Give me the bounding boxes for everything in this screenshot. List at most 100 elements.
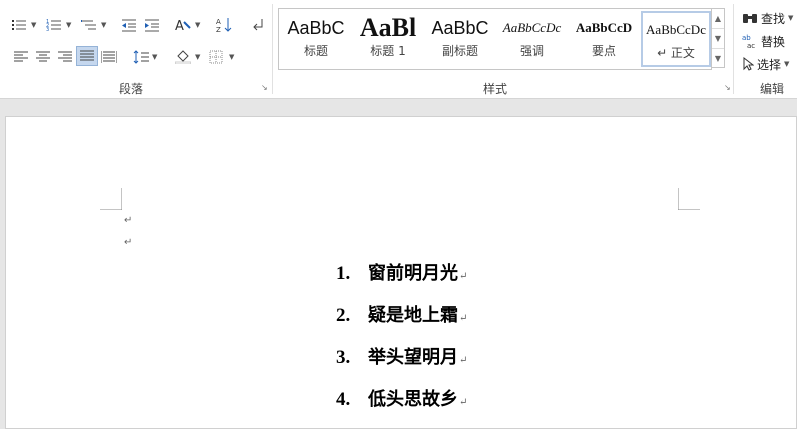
style-sample: AaBbC (431, 18, 489, 38)
paragraph-mark-icon (253, 19, 263, 31)
borders-button[interactable] (205, 47, 227, 67)
paragraph-mark: ↵ (459, 397, 468, 408)
document-page[interactable]: ↵ ↵ 1. 窗前明月光↵ 2. 疑是地上霜↵ 3. 举头望明月↵ 4. 低头思… (5, 116, 797, 429)
align-center-icon (36, 51, 50, 62)
svg-text:A: A (175, 19, 184, 32)
justify-button[interactable] (76, 46, 98, 66)
ribbon: ▼ 123 ▼ ▼ A ▼ AZ ▼ ▼ ▼ 段落 ↘ AaBbC 标题 AaB… (0, 0, 797, 99)
paragraph-mark: ↵ (459, 355, 468, 366)
binoculars-icon (743, 14, 757, 23)
style-name: 标题 (303, 44, 328, 58)
scroll-up-icon[interactable]: ▲ (712, 9, 724, 29)
replace-icon: abac (742, 34, 755, 49)
styles-gallery-scroll[interactable]: ▲ ▼ ▼ (711, 8, 725, 68)
svg-text:A: A (216, 18, 221, 26)
distributed-button[interactable] (98, 47, 120, 67)
list-number: 3. (336, 347, 351, 368)
chevron-down-icon[interactable]: ▼ (229, 53, 234, 61)
style-subtitle[interactable]: AaBbC 副标题 (425, 11, 495, 67)
list-number: 2. (336, 305, 351, 326)
chevron-down-icon: ▼ (784, 60, 790, 68)
increase-indent-button[interactable] (141, 15, 163, 35)
style-emphasis[interactable]: AaBbCcDc 强调 (497, 11, 567, 67)
styles-dialog-launcher-icon[interactable]: ↘ (724, 84, 732, 92)
style-name: 标题 1 (370, 44, 406, 58)
sort-icon: AZ (216, 18, 232, 33)
line-spacing-icon (133, 50, 149, 64)
bullets-button[interactable] (8, 15, 30, 35)
chevron-down-icon[interactable]: ▼ (101, 21, 106, 29)
svg-text:ab: ab (742, 34, 751, 42)
align-center-button[interactable] (32, 47, 54, 67)
find-label: 查找 (761, 11, 786, 26)
margin-corner-mark (100, 188, 122, 210)
style-sample: AaBbCcD (575, 20, 633, 35)
sort-button[interactable]: AZ (214, 15, 236, 35)
paragraph-mark: ↵ (124, 215, 133, 226)
justify-icon (80, 50, 94, 61)
paragraph-group-label: 段落 (119, 82, 144, 96)
style-sample: AaBbC (287, 18, 345, 38)
chevron-down-icon[interactable]: ▼ (152, 53, 157, 61)
chinese-layout-icon: A (175, 19, 191, 32)
replace-label: 替换 (761, 34, 786, 49)
group-separator (733, 4, 734, 94)
align-right-icon (58, 51, 72, 62)
bullet-list-icon (12, 20, 26, 30)
paragraph-mark: ↵ (459, 313, 468, 324)
style-name: 强调 (519, 44, 544, 58)
align-left-button[interactable] (10, 47, 32, 67)
distributed-icon (101, 51, 117, 63)
find-button[interactable]: 查找 ▼ (742, 9, 793, 27)
align-left-icon (14, 51, 28, 62)
style-sample: AaBbCcDc (502, 20, 562, 35)
paragraph-mark: ↵ (124, 237, 133, 248)
line-spacing-button[interactable] (130, 47, 152, 67)
svg-text:Z: Z (216, 26, 221, 33)
svg-text:3: 3 (46, 27, 49, 32)
style-title[interactable]: AaBbC 标题 (281, 11, 351, 67)
list-text: 疑是地上霜 (368, 305, 458, 326)
style-heading-1[interactable]: AaBl 标题 1 (353, 11, 423, 67)
chevron-down-icon[interactable]: ▼ (195, 53, 200, 61)
chevron-down-icon[interactable]: ▼ (195, 21, 200, 29)
shading-button[interactable] (172, 47, 194, 67)
decrease-indent-button[interactable] (118, 15, 140, 35)
numbering-button[interactable]: 123 (43, 15, 65, 35)
chevron-down-icon[interactable]: ▼ (31, 21, 36, 29)
paragraph-dialog-launcher-icon[interactable]: ↘ (261, 84, 269, 92)
editing-group-label: 编辑 (760, 82, 785, 96)
increase-indent-icon (145, 19, 159, 32)
style-name: 副标题 (441, 44, 478, 58)
multilevel-list-button[interactable] (78, 15, 100, 35)
chevron-down-icon[interactable]: ▼ (66, 21, 71, 29)
style-sample: AaBbCcDc (646, 22, 706, 37)
styles-group-label: 样式 (483, 82, 508, 96)
borders-icon (209, 50, 223, 64)
multilevel-list-icon (81, 20, 96, 30)
gallery-more-icon[interactable]: ▼ (712, 49, 724, 68)
select-label: 选择 (757, 57, 782, 72)
show-hide-marks-button[interactable] (247, 15, 269, 35)
numbered-list-icon: 123 (46, 19, 61, 32)
margin-corner-mark (678, 188, 700, 210)
scroll-down-icon[interactable]: ▼ (712, 29, 724, 49)
chevron-down-icon: ▼ (788, 14, 794, 22)
style-normal[interactable]: AaBbCcDc ↵ 正文 (641, 11, 711, 67)
style-name: ↵ 正文 (657, 46, 695, 60)
list-text: 举头望明月 (368, 347, 458, 368)
chinese-layout-button[interactable]: A (172, 15, 194, 35)
select-button[interactable]: 选择 ▼ (742, 55, 789, 73)
group-separator (272, 4, 273, 94)
replace-button[interactable]: ab ac 替换 (742, 32, 785, 50)
svg-text:ac: ac (747, 42, 755, 49)
align-right-button[interactable] (54, 47, 76, 67)
styles-gallery: AaBbC 标题 AaBl 标题 1 AaBbC 副标题 AaBbCcDc 强调… (278, 8, 712, 70)
decrease-indent-icon (122, 19, 136, 32)
list-number: 4. (336, 389, 351, 410)
list-text: 窗前明月光 (368, 263, 458, 284)
style-sample: AaBl (359, 13, 417, 42)
cursor-arrow-icon (743, 57, 754, 71)
style-strong[interactable]: AaBbCcD 要点 (569, 11, 639, 67)
list-text: 低头思故乡 (368, 389, 458, 410)
